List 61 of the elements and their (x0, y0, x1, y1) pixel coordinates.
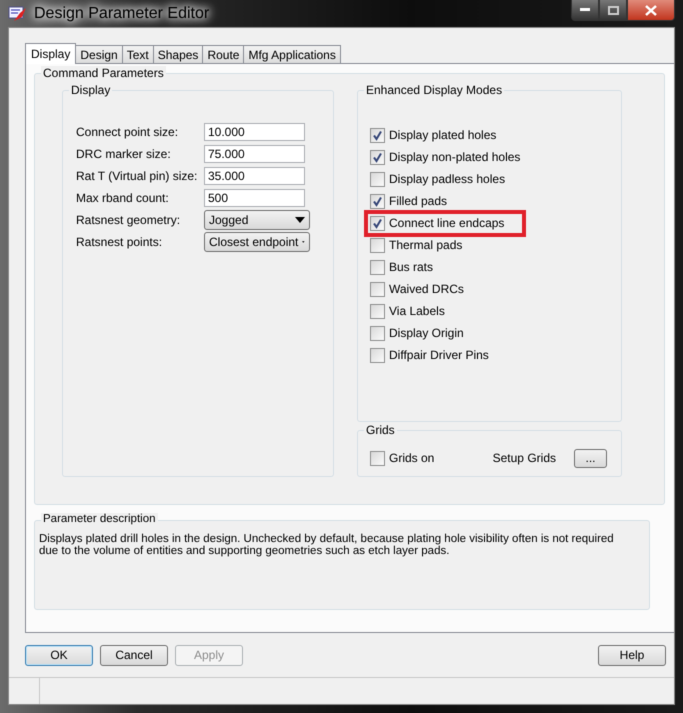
checkbox-label: Connect line endcaps (389, 216, 504, 230)
field-label: Connect point size: (76, 125, 180, 139)
checkbox-label: Waived DRCs (389, 282, 464, 296)
maximize-button[interactable] (599, 0, 627, 21)
checkbox[interactable] (370, 238, 385, 252)
checkbox-label: Filled pads (389, 194, 448, 208)
checkbox-label: Diffpair Driver Pins (389, 348, 489, 362)
checkbox[interactable] (370, 172, 385, 186)
input-field[interactable]: 35.000 (204, 167, 305, 185)
checkbox-label: Display plated holes (389, 128, 496, 142)
setup-label: Setup Grids (492, 451, 556, 465)
checkbox-label: Display Origin (389, 326, 464, 340)
checkbox[interactable] (370, 194, 385, 208)
input-field[interactable]: 75.000 (204, 145, 305, 163)
checkbox[interactable] (370, 216, 385, 230)
checkbox[interactable] (370, 348, 385, 362)
group-title: Parameter description (41, 513, 158, 525)
group-title: Command Parameters (41, 66, 166, 80)
tab[interactable]: Mfg Applications (243, 45, 341, 63)
group-title: Enhanced Display Modes (364, 83, 504, 97)
tab[interactable]: Design (75, 45, 123, 63)
tab[interactable]: Route (202, 45, 244, 63)
caret-icon (295, 217, 305, 223)
window-title: Design Parameter Editor (34, 4, 210, 22)
checkbox[interactable] (370, 128, 385, 142)
checkbox[interactable] (370, 304, 385, 318)
group-title: Display (69, 83, 112, 97)
tab[interactable]: Display (25, 43, 76, 64)
setup-grids-button[interactable]: ... (574, 448, 607, 468)
checkbox[interactable] (370, 326, 385, 340)
checkbox[interactable] (370, 260, 385, 274)
field-label: Max rband count: (76, 191, 170, 205)
field-label: Rat T (Virtual pin) size: (76, 169, 198, 183)
input-field[interactable]: 10.000 (204, 123, 305, 141)
checkbox[interactable] (370, 450, 385, 466)
checkbox[interactable] (370, 282, 385, 296)
minimize-icon (580, 8, 590, 12)
field-label: Ratsnest points: (76, 235, 164, 249)
minimize-button[interactable] (571, 0, 599, 21)
group-title: Grids (364, 423, 397, 437)
checkbox-label: Bus rats (389, 260, 434, 274)
tab[interactable]: Shapes (152, 45, 204, 63)
checkbox-label: Display non-plated holes (389, 150, 520, 164)
checkbox-label: Display padless holes (389, 172, 506, 186)
checkbox-label: Via Labels (389, 304, 445, 318)
dialog-button[interactable]: Cancel (100, 644, 168, 666)
close-icon (645, 4, 657, 16)
maximize-icon (608, 6, 618, 14)
field-label: DRC marker size: (76, 147, 172, 161)
checkbox[interactable] (370, 150, 385, 164)
description-text: Displays plated drill holes in the design. Unchecked by default, because plating hole visibility often is not required due to the volume of entities and supporting geometries such as etch layer pads. (39, 533, 615, 557)
field-label: Ratsnest geometry: (76, 213, 182, 227)
close-button[interactable] (627, 0, 675, 21)
input-field[interactable]: 500 (204, 189, 305, 207)
dialog-button[interactable]: Help (598, 644, 666, 666)
dialog-button[interactable]: OK (25, 644, 93, 666)
tab[interactable]: Text (122, 45, 154, 63)
checkbox-label: Grids on (389, 451, 434, 465)
dropdown[interactable]: Jogged (204, 210, 310, 230)
dropdown[interactable]: Closest endpoint (204, 232, 310, 252)
checkbox-label: Thermal pads (389, 238, 462, 252)
